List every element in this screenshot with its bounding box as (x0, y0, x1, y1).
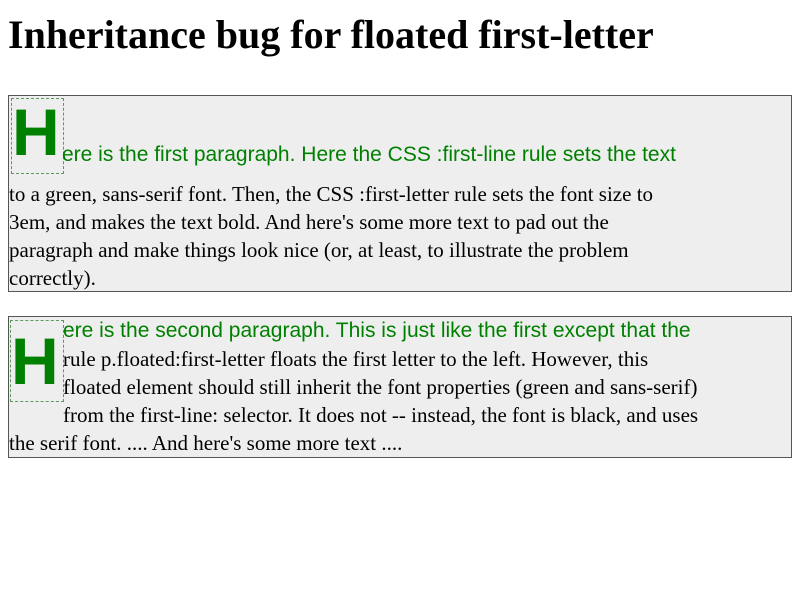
first-letter-floated: H (10, 320, 64, 402)
para2-line-5: the serif font. .... And here's some mor… (9, 431, 403, 455)
paragraph-first: H ere is the first paragraph. Here the C… (8, 95, 792, 292)
para2-line-2: rule p.floated:first-letter floats the f… (63, 347, 649, 371)
para1-line-2: to a green, sans-serif font. Then, the C… (9, 182, 654, 206)
para1-first-line: ere is the first paragraph. Here the CSS… (62, 143, 676, 166)
paragraph-second: H ere is the second paragraph. This is j… (8, 316, 792, 458)
para1-line-4: paragraph and make things look nice (or,… (9, 238, 629, 262)
para2-line-4: from the first-line: selector. It does n… (63, 403, 699, 427)
first-letter-inline: H (11, 98, 64, 174)
para1-line-3: 3em, and makes the text bold. And here's… (9, 210, 609, 234)
para2-first-line: ere is the second paragraph. This is jus… (63, 319, 691, 342)
para1-line-5: correctly). (9, 266, 96, 290)
para2-line-3: floated element should still inherit the… (63, 375, 698, 399)
page-title: Inheritance bug for floated first-letter (8, 12, 654, 57)
